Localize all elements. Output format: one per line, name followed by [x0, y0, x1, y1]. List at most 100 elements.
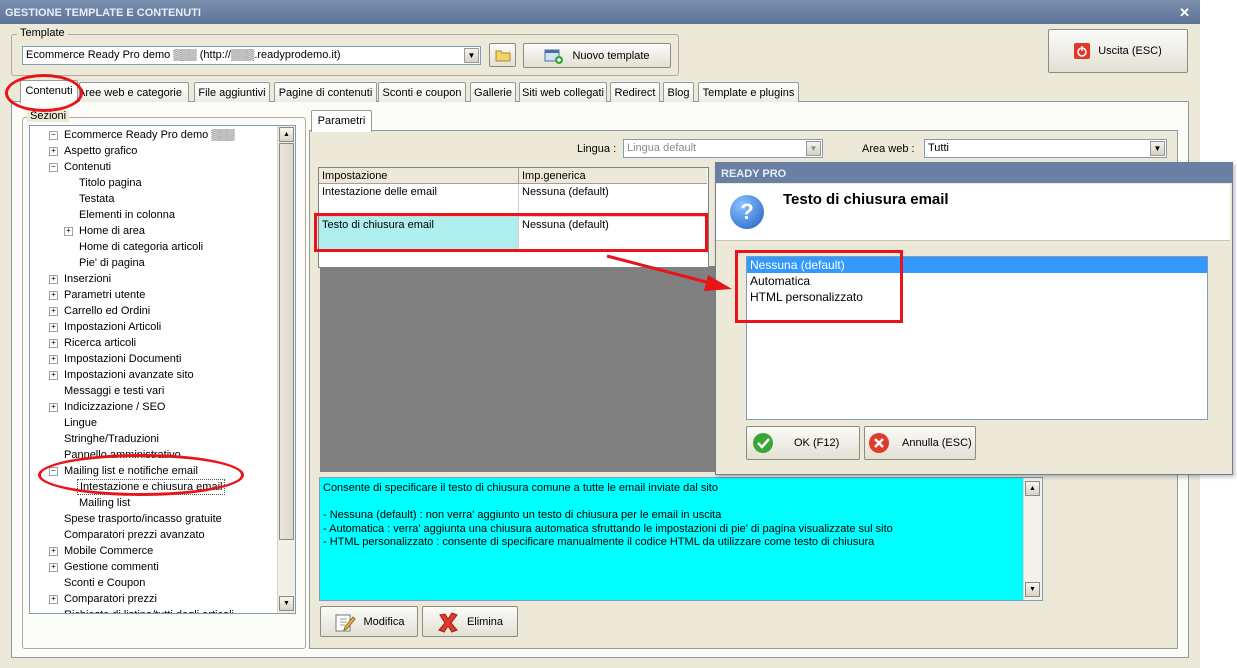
tree-item[interactable]: Lingue — [30, 415, 276, 431]
expand-icon[interactable]: + — [49, 339, 58, 348]
ok-label: OK (F12) — [794, 437, 840, 449]
modifica-label: Modifica — [363, 615, 405, 628]
tree-item-label: Spese trasporto/incasso gratuite — [64, 513, 222, 525]
tree-item[interactable]: Home di categoria articoli — [30, 239, 276, 255]
tree-item[interactable]: − Contenuti — [30, 159, 276, 175]
expand-icon[interactable]: + — [49, 547, 58, 556]
lingua-select[interactable]: Lingua default ▼ — [623, 139, 823, 158]
tab-gallerie[interactable]: Gallerie — [470, 82, 516, 102]
tree-item-label: Mailing list — [79, 497, 131, 509]
collapse-icon[interactable]: − — [49, 163, 58, 172]
area-web-select[interactable]: Tutti ▼ — [924, 139, 1167, 158]
tab-sconti-coupon[interactable]: Sconti e coupon — [378, 82, 466, 102]
expand-icon[interactable]: + — [49, 323, 58, 332]
area-web-value: Tutti — [928, 142, 949, 154]
chevron-down-icon[interactable]: ▼ — [1150, 141, 1165, 156]
help-scrollbar[interactable]: ▲ ▼ — [1023, 478, 1042, 600]
template-select-value: Ecommerce Ready Pro demo ▒▒▒ (http://▒▒▒… — [26, 49, 341, 61]
tree-item-label: Mobile Commerce — [64, 545, 154, 557]
scroll-up-icon[interactable]: ▲ — [1025, 481, 1040, 496]
tree-item[interactable]: Spese trasporto/incasso gratuite — [30, 511, 276, 527]
expand-icon[interactable]: + — [64, 227, 73, 236]
scroll-thumb[interactable] — [279, 143, 294, 540]
collapse-icon[interactable]: − — [49, 131, 58, 140]
tab-blog[interactable]: Blog — [663, 82, 694, 102]
expand-icon[interactable]: + — [49, 355, 58, 364]
tab-template-plugins[interactable]: Template e plugins — [698, 82, 799, 102]
tab-pagine-contenuti[interactable]: Pagine di contenuti — [274, 82, 377, 102]
scroll-up-icon[interactable]: ▲ — [279, 127, 294, 142]
ok-button[interactable]: OK (F12) — [746, 426, 860, 460]
template-group-label: Template — [17, 27, 68, 39]
tab-siti-web-collegati[interactable]: Siti web collegati — [519, 82, 607, 102]
tree-item[interactable]: Comparatori prezzi avanzato — [30, 527, 276, 543]
close-icon[interactable]: ✕ — [1179, 0, 1190, 26]
new-template-label: Nuovo template — [572, 49, 650, 62]
folder-icon — [495, 50, 510, 62]
tree-item[interactable]: + Inserzioni — [30, 271, 276, 287]
tree-item[interactable]: Stringhe/Traduzioni — [30, 431, 276, 447]
expand-icon[interactable]: + — [49, 307, 58, 316]
column-header[interactable]: Imp.generica — [519, 168, 707, 184]
help-line — [323, 496, 893, 510]
new-template-button[interactable]: Nuovo template — [523, 43, 671, 68]
tab-redirect[interactable]: Redirect — [610, 82, 660, 102]
scroll-down-icon[interactable]: ▼ — [279, 596, 294, 611]
tree-item[interactable]: Elementi in colonna — [30, 207, 276, 223]
tree-item[interactable]: Testata — [30, 191, 276, 207]
tree-item[interactable]: + Comparatori prezzi — [30, 591, 276, 607]
tree-item[interactable]: Richieste di listino/tutti degli articol… — [30, 607, 276, 613]
tree-item[interactable]: Mailing list — [30, 495, 276, 511]
tree-item[interactable]: + Home di area — [30, 223, 276, 239]
expand-icon[interactable]: + — [49, 595, 58, 604]
elimina-button[interactable]: Elimina — [422, 606, 518, 637]
expand-icon[interactable]: + — [49, 371, 58, 380]
tree-item[interactable]: + Gestione commenti — [30, 559, 276, 575]
tab-aree-web[interactable]: Aree web e categorie — [79, 82, 189, 102]
window-title: GESTIONE TEMPLATE E CONTENUTI — [5, 7, 201, 19]
tree-item[interactable]: + Mobile Commerce — [30, 543, 276, 559]
chevron-down-icon[interactable]: ▼ — [464, 48, 479, 63]
tree-item[interactable]: + Ricerca articoli — [30, 335, 276, 351]
tree-item[interactable]: Sconti e Coupon — [30, 575, 276, 591]
tree-item[interactable]: + Aspetto grafico — [30, 143, 276, 159]
cancel-button[interactable]: Annulla (ESC) — [864, 426, 976, 460]
modifica-button[interactable]: Modifica — [320, 606, 418, 637]
tree-item-label: Aspetto grafico — [64, 145, 138, 157]
help-line: - HTML personalizzato : consente di spec… — [323, 536, 875, 548]
tree-item[interactable]: + Carrello ed Ordini — [30, 303, 276, 319]
template-select[interactable]: Ecommerce Ready Pro demo ▒▒▒ (http://▒▒▒… — [22, 46, 481, 65]
expand-icon[interactable]: + — [49, 147, 58, 156]
chevron-down-icon[interactable]: ▼ — [806, 141, 821, 156]
tab-parametri[interactable]: Parametri — [311, 110, 372, 132]
tree-item[interactable]: + Impostazioni Documenti — [30, 351, 276, 367]
tree-item-label: Sconti e Coupon — [64, 577, 146, 589]
tree-item[interactable]: Titolo pagina — [30, 175, 276, 191]
scroll-down-icon[interactable]: ▼ — [1025, 582, 1040, 597]
expand-icon[interactable]: + — [49, 275, 58, 284]
column-header[interactable]: Impostazione — [319, 168, 519, 184]
window-titlebar: GESTIONE TEMPLATE E CONTENUTI ✕ — [0, 0, 1200, 24]
tree-item[interactable]: Pie' di pagina — [30, 255, 276, 271]
tree-item[interactable]: + Impostazioni Articoli — [30, 319, 276, 335]
open-folder-button[interactable] — [489, 43, 516, 67]
exit-button[interactable]: Uscita (ESC) — [1048, 29, 1188, 73]
sections-tree[interactable]: − Ecommerce Ready Pro demo ▒▒▒ + Aspetto gr… — [29, 125, 296, 614]
tree-item[interactable]: + Impostazioni avanzate sito — [30, 367, 276, 383]
tree-item-label: Home di area — [79, 225, 146, 237]
tree-item[interactable]: − Ecommerce Ready Pro demo ▒▒▒ — [30, 127, 276, 143]
tab-file-aggiuntivi[interactable]: File aggiuntivi — [194, 82, 270, 102]
tree-item[interactable]: Messaggi e testi vari — [30, 383, 276, 399]
annotation-ellipse-tree — [38, 454, 244, 496]
tree-item[interactable]: + Parametri utente — [30, 287, 276, 303]
annotation-ellipse-tab — [5, 74, 83, 112]
expand-icon[interactable]: + — [49, 403, 58, 412]
tree-item[interactable]: + Indicizzazione / SEO — [30, 399, 276, 415]
expand-icon[interactable]: + — [49, 563, 58, 572]
tree-item-label: Stringhe/Traduzioni — [64, 433, 159, 445]
expand-icon[interactable]: + — [49, 291, 58, 300]
tree-item-label: Comparatori prezzi — [64, 593, 157, 605]
tree-scrollbar[interactable]: ▲ ▼ — [277, 126, 295, 613]
help-description: Consente di specificare il testo di chiu… — [319, 477, 1043, 601]
help-line: Consente di specificare il testo di chiu… — [323, 482, 718, 494]
